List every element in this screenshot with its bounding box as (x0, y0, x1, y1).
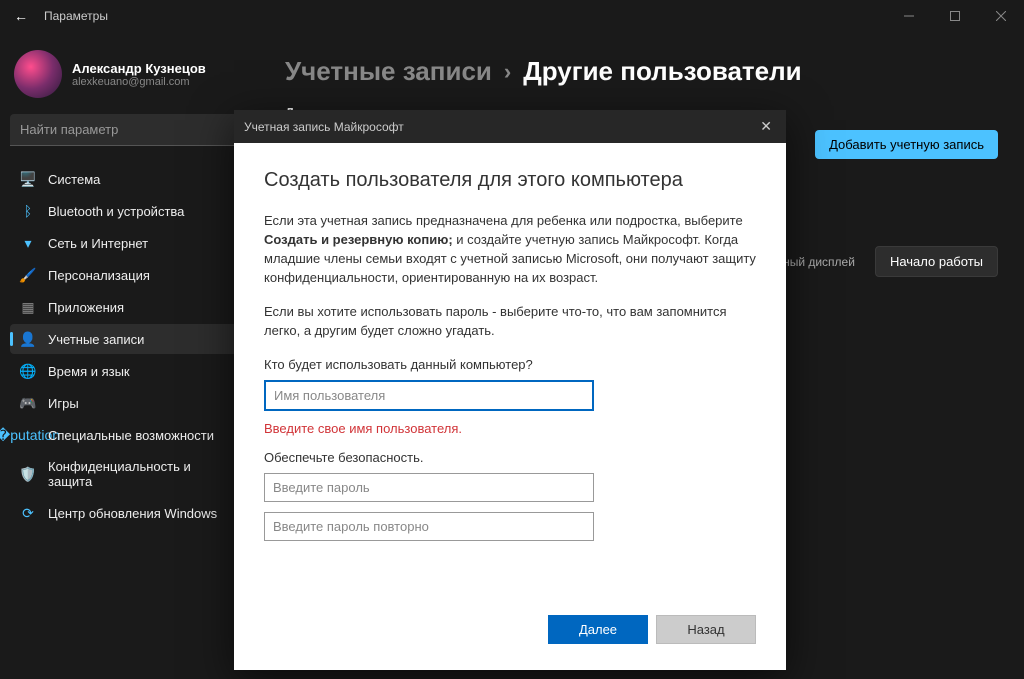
nav-label: Конфиденциальность и защита (48, 459, 235, 489)
sidebar-item-bluetooth[interactable]: ᛒ Bluetooth и устройства (10, 196, 245, 226)
dialog-text-1: Если эта учетная запись предназначена дл… (264, 212, 756, 287)
brush-icon: 🖌️ (20, 267, 36, 283)
breadcrumb-current: Другие пользователи (523, 56, 801, 87)
display-icon: 🖥️ (20, 171, 36, 187)
dialog-text-2: Если вы хотите использовать пароль - выб… (264, 303, 756, 341)
username-error: Введите свое имя пользователя. (264, 421, 756, 436)
secure-label: Обеспечьте безопасность. (264, 450, 756, 465)
sidebar-item-privacy[interactable]: 🛡️ Конфиденциальность и защита (10, 452, 245, 496)
bluetooth-icon: ᛒ (20, 203, 36, 219)
minimize-button[interactable] (886, 0, 932, 32)
nav: 🖥️ Система ᛒ Bluetooth и устройства ▾ Сеть … (10, 164, 245, 528)
kiosk-row: вный дисплей Начало работы (777, 246, 998, 277)
ms-account-dialog: Учетная запись Майкрософт ✕ Создать поль… (234, 110, 786, 670)
dialog-close-button[interactable]: ✕ (754, 116, 778, 137)
user-info: Александр Кузнецов alexkeuano@gmail.com (72, 61, 206, 88)
sidebar-item-system[interactable]: 🖥️ Система (10, 164, 245, 194)
chevron-right-icon: › (504, 59, 511, 85)
window-controls (886, 0, 1024, 32)
nav-label: Сеть и Интернет (48, 236, 148, 251)
wifi-icon: ▾ (20, 235, 36, 251)
add-account-row: Добавить учетную запись (815, 130, 998, 159)
kiosk-start-button[interactable]: Начало работы (875, 246, 998, 277)
gamepad-icon: 🎮 (20, 395, 36, 411)
dialog-text-1b: Создать и резервную копию; (264, 232, 453, 247)
dialog-body: Создать пользователя для этого компьютер… (234, 143, 786, 615)
search-input[interactable] (10, 114, 245, 146)
nav-label: Специальные возможности (48, 428, 214, 443)
dialog-text-1a: Если эта учетная запись предназначена дл… (264, 213, 743, 228)
breadcrumb-parent[interactable]: Учетные записи (285, 56, 492, 87)
dialog-header: Учетная запись Майкрософт ✕ (234, 110, 786, 143)
nav-label: Приложения (48, 300, 124, 315)
sidebar-item-update[interactable]: ⟳ Центр обновления Windows (10, 498, 245, 528)
close-button[interactable] (978, 0, 1024, 32)
maximize-button[interactable] (932, 0, 978, 32)
settings-window: ← Параметры Александр Кузнецов alexkeuan… (0, 0, 1024, 679)
add-account-button[interactable]: Добавить учетную запись (815, 130, 998, 159)
password-confirm-input[interactable] (264, 512, 594, 541)
password-input[interactable] (264, 473, 594, 502)
nav-label: Игры (48, 396, 79, 411)
sidebar-item-time[interactable]: 🌐 Время и язык (10, 356, 245, 386)
globe-icon: 🌐 (20, 363, 36, 379)
kiosk-hint: вный дисплей (777, 255, 855, 269)
next-button[interactable]: Далее (548, 615, 648, 644)
user-block[interactable]: Александр Кузнецов alexkeuano@gmail.com (10, 42, 245, 114)
avatar (14, 50, 62, 98)
titlebar: ← Параметры (0, 0, 1024, 32)
sidebar-item-apps[interactable]: ▦ Приложения (10, 292, 245, 322)
person-icon: 👤 (20, 331, 36, 347)
accessibility-icon: �putation (20, 427, 36, 443)
titlebar-left: ← Параметры (10, 4, 108, 28)
sidebar-item-personalization[interactable]: 🖌️ Персонализация (10, 260, 245, 290)
shield-icon: 🛡️ (20, 466, 36, 482)
dialog-footer: Далее Назад (234, 615, 786, 670)
apps-icon: ▦ (20, 299, 36, 315)
user-email: alexkeuano@gmail.com (72, 76, 206, 88)
update-icon: ⟳ (20, 505, 36, 521)
nav-label: Время и язык (48, 364, 130, 379)
sidebar-item-accessibility[interactable]: �putation Специальные возможности (10, 420, 245, 450)
username-input[interactable] (264, 380, 594, 411)
back-button-dialog[interactable]: Назад (656, 615, 756, 644)
sidebar-item-accounts[interactable]: 👤 Учетные записи (10, 324, 245, 354)
nav-label: Учетные записи (48, 332, 144, 347)
sidebar-item-network[interactable]: ▾ Сеть и Интернет (10, 228, 245, 258)
user-name: Александр Кузнецов (72, 61, 206, 76)
dialog-title: Создать пользователя для этого компьютер… (264, 169, 756, 192)
nav-label: Центр обновления Windows (48, 506, 217, 521)
breadcrumb: Учетные записи › Другие пользователи (285, 56, 994, 87)
sidebar-item-gaming[interactable]: 🎮 Игры (10, 388, 245, 418)
who-label: Кто будет использовать данный компьютер? (264, 357, 756, 372)
nav-label: Персонализация (48, 268, 150, 283)
sidebar: Александр Кузнецов alexkeuano@gmail.com … (0, 32, 255, 679)
nav-label: Система (48, 172, 100, 187)
window-title: Параметры (44, 9, 108, 23)
dialog-header-title: Учетная запись Майкрософт (244, 120, 404, 134)
nav-label: Bluetooth и устройства (48, 204, 184, 219)
back-button[interactable]: ← (10, 4, 32, 28)
